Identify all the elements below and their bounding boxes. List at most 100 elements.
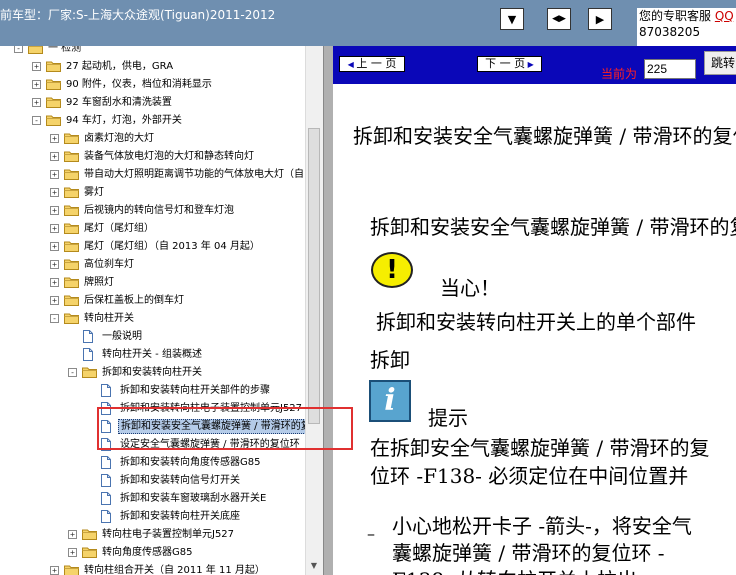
expand-icon[interactable]: +	[32, 62, 41, 71]
expand-icon[interactable]: +	[50, 224, 59, 233]
document-body: 拆卸和安装安全气囊螺旋弹簧 / 带滑环的复位环 拆卸和安装安全气囊螺旋弹簧 / …	[333, 84, 736, 575]
tree-item[interactable]: + 卤素灯泡的大灯	[0, 130, 305, 148]
tree-item[interactable]: +90 附件，仪表，档位和消耗显示	[0, 76, 305, 94]
service-qq-link[interactable]: QQ	[715, 9, 734, 23]
folder-icon	[46, 96, 61, 108]
document-icon	[100, 510, 115, 523]
tree-item-label: 尾灯（尾灯组）（自 2013 年 04 月起）	[84, 241, 260, 252]
expand-icon[interactable]: +	[50, 242, 59, 251]
expand-icon[interactable]: +	[68, 548, 77, 557]
tree-item[interactable]: - 94 车灯，灯泡，外部开关	[0, 112, 305, 130]
tree-item-label: 拆卸和安装转向柱开关部件的步骤	[120, 385, 270, 396]
folder-icon	[46, 60, 61, 72]
tree-item[interactable]: + 牌照灯	[0, 274, 305, 292]
scroll-down-arrow-icon[interactable]: ▼	[308, 561, 320, 573]
tree-scroll-thumb[interactable]	[308, 128, 320, 424]
document-icon	[82, 330, 97, 343]
tree-item[interactable]: + 转向角度传感器G85	[0, 544, 305, 562]
tree-item-label: 转向柱组合开关（自 2011 年 11 月起）	[84, 565, 265, 575]
expand-icon[interactable]: +	[50, 296, 59, 305]
expand-icon[interactable]: +	[68, 530, 77, 539]
step-marker: –	[367, 524, 375, 543]
caution-icon: !	[371, 252, 413, 288]
prev-page-button[interactable]: ◀ 上 一 页	[339, 56, 405, 72]
tree-item[interactable]: + 后视镜内的转向信号灯和登车灯泡	[0, 202, 305, 220]
tree-item-label: 尾灯（尾灯组）	[84, 223, 154, 234]
folder-icon	[64, 294, 79, 306]
note-label: 提示	[428, 406, 468, 430]
tree-item[interactable]: 拆卸和安装转向柱开关部件的步骤	[0, 382, 305, 400]
tree-item[interactable]: +92 车窗刮水和清洗装置	[0, 94, 305, 112]
navigation-tree: -一 检测 +27 起动机，供电，GRA +90 附件，仪表，档位和消耗显示 +92 …	[0, 46, 323, 575]
tree-item[interactable]: +27 起动机，供电，GRA	[0, 58, 305, 76]
tree-scrollbar[interactable]: ▼	[305, 46, 323, 575]
expand-icon[interactable]: +	[32, 80, 41, 89]
expand-icon[interactable]: +	[50, 260, 59, 269]
tree-item[interactable]: + 转向柱电子装置控制单元J527	[0, 526, 305, 544]
tree-item-label: 90 附件，仪表，档位和消耗显示	[66, 79, 212, 90]
tree-item-label: 转向柱开关 - 组装概述	[102, 349, 202, 360]
tree-item[interactable]: 一般说明	[0, 328, 305, 346]
next-page-button[interactable]: 下 一 页 ▶	[477, 56, 542, 72]
tree-item-label: 拆卸和安装转向柱开关底座	[120, 511, 240, 522]
expand-icon[interactable]: +	[50, 134, 59, 143]
folder-icon	[64, 312, 79, 324]
page-forward-icon[interactable]: ▶	[588, 8, 612, 30]
tree-item[interactable]: + 后保杠盖板上的倒车灯	[0, 292, 305, 310]
tree-item[interactable]: 拆卸和安装转向信号灯开关	[0, 472, 305, 490]
tree-item-label: 高位刹车灯	[84, 259, 134, 270]
tree-item[interactable]: - 一 检测	[0, 46, 305, 58]
tree-item[interactable]: - 拆卸和安装转向柱开关	[0, 364, 305, 382]
tree-item-label: 94 车灯，灯泡，外部开关	[66, 115, 182, 126]
highlight-annotation-box	[97, 407, 353, 450]
tree-item-label: 转向柱电子装置控制单元J527	[102, 529, 235, 540]
tree-item-label: 拆卸和安装转向信号灯开关	[120, 475, 240, 486]
expand-icon[interactable]: +	[50, 278, 59, 287]
next-arrow-icon: ▶	[525, 60, 534, 69]
page-number-input[interactable]	[644, 59, 696, 79]
collapse-icon[interactable]: -	[32, 116, 41, 125]
next-page-label: 下 一 页	[485, 57, 526, 70]
tree-item[interactable]: + 转向柱组合开关（自 2011 年 11 月起）	[0, 562, 305, 575]
panel-divider[interactable]	[323, 46, 333, 575]
expand-icon[interactable]: +	[32, 98, 41, 107]
tree-item[interactable]: + 尾灯（尾灯组）	[0, 220, 305, 238]
tree-item-label: 带自动大灯照明距离调节功能的气体放电大灯（自	[84, 169, 304, 180]
tree-item[interactable]: + 尾灯（尾灯组）（自 2013 年 04 月起）	[0, 238, 305, 256]
tree-item-label: 雾灯	[84, 187, 104, 198]
page-down-icon[interactable]: ▼	[500, 8, 524, 30]
tree-item-label: 拆卸和安装转向角度传感器G85	[120, 457, 261, 468]
document-icon	[100, 492, 115, 505]
tree-item[interactable]: + 高位刹车灯	[0, 256, 305, 274]
tree-item-label: 后视镜内的转向信号灯和登车灯泡	[84, 205, 234, 216]
tree-item[interactable]: 拆卸和安装转向柱开关底座	[0, 508, 305, 526]
expand-icon[interactable]: +	[50, 566, 59, 575]
tree-item[interactable]: + 装备气体放电灯泡的大灯和静态转向灯	[0, 148, 305, 166]
vehicle-title: 前车型：厂家:S-上海大众途观(Tiguan)2011-2012	[0, 8, 276, 22]
note-line-1: 在拆卸安全气囊螺旋弹簧 / 带滑环的复	[370, 436, 710, 460]
tree-item[interactable]: + 带自动大灯照明距离调节功能的气体放电大灯（自	[0, 166, 305, 184]
service-number: 87038205	[639, 25, 701, 39]
tree-item[interactable]: + 雾灯	[0, 184, 305, 202]
tree-item-label: 92 车窗刮水和清洗装置	[66, 97, 172, 108]
expand-icon[interactable]: +	[50, 170, 59, 179]
tree-item[interactable]: - 转向柱开关	[0, 310, 305, 328]
tree-item-label: 一般说明	[102, 331, 142, 342]
expand-icon[interactable]: +	[50, 152, 59, 161]
expand-icon[interactable]: +	[50, 188, 59, 197]
two-pages-icon[interactable]: ◀▶	[547, 8, 571, 30]
collapse-icon[interactable]: -	[68, 368, 77, 377]
folder-icon	[64, 132, 79, 144]
expand-icon[interactable]: +	[50, 206, 59, 215]
tree-item-label: 拆卸和安装转向柱开关	[102, 367, 202, 378]
jump-button[interactable]: 跳转	[704, 51, 736, 75]
info-icon: i	[369, 380, 411, 422]
tree-item[interactable]: 拆卸和安装车窗玻璃刮水器开关E	[0, 490, 305, 508]
document-subtitle: 拆卸和安装安全气囊螺旋弹簧 / 带滑环的复位环	[370, 215, 736, 239]
two-pages-glyph: ◀▶	[552, 13, 566, 24]
tree-item[interactable]: 拆卸和安装转向角度传感器G85	[0, 454, 305, 472]
tree-item[interactable]: 转向柱开关 - 组装概述	[0, 346, 305, 364]
collapse-icon[interactable]: -	[50, 314, 59, 323]
collapse-icon[interactable]: -	[14, 46, 23, 53]
caution-text: 拆卸和安装转向柱开关上的单个部件	[376, 310, 696, 334]
